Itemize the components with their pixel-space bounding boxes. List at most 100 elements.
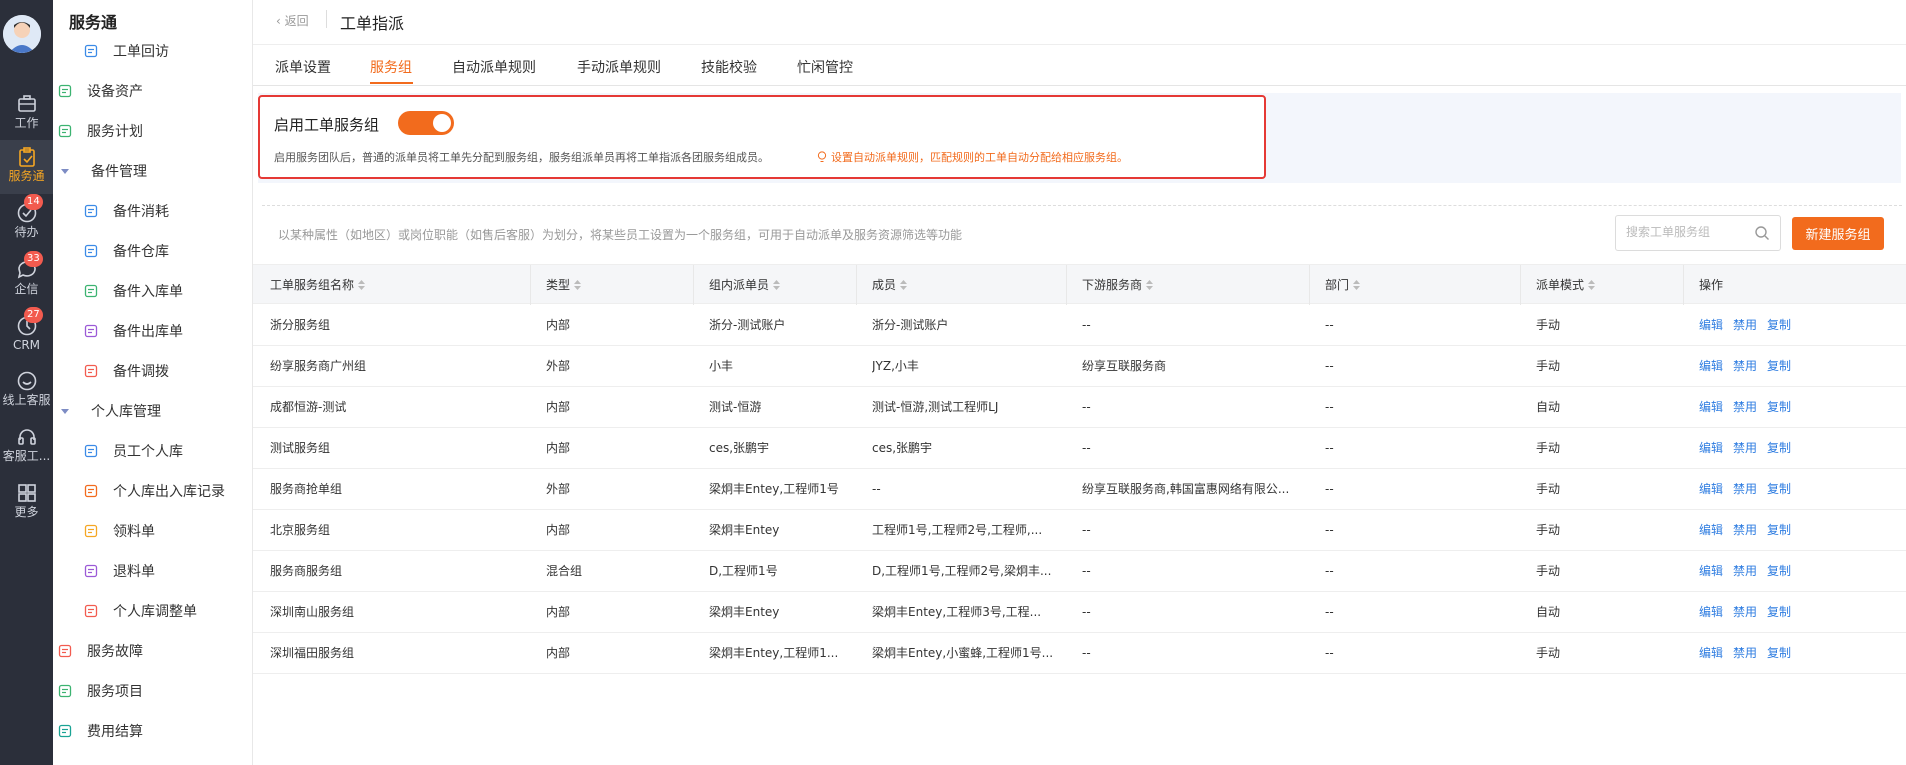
sidebar-item-16[interactable]: 服务项目: [57, 671, 143, 711]
column-divider[interactable]: [1683, 265, 1684, 305]
column-divider[interactable]: [693, 265, 694, 305]
copy-link[interactable]: 复制: [1767, 551, 1791, 592]
column-header-col-department[interactable]: 部门: [1325, 265, 1361, 305]
sidebar-item-14[interactable]: 个人库调整单: [83, 591, 197, 631]
rail-item-2[interactable]: 待办 14: [0, 194, 53, 250]
sidebar-item-17[interactable]: 费用结算: [57, 711, 143, 751]
sort-icon[interactable]: [1353, 280, 1361, 290]
copy-link[interactable]: 复制: [1767, 633, 1791, 674]
rail-item-7[interactable]: 更多: [0, 476, 53, 530]
sort-icon[interactable]: [773, 280, 781, 290]
sidebar-item-10[interactable]: 员工个人库: [83, 431, 183, 471]
copy-link[interactable]: 复制: [1767, 305, 1791, 346]
table-row[interactable]: 浙分服务组 内部 浙分-测试账户 浙分-测试账户 -- -- 手动 编辑 禁用 复制: [253, 305, 1906, 346]
sidebar-item-0[interactable]: 工单回访: [83, 31, 169, 71]
rail-item-5[interactable]: 线上客服: [0, 364, 53, 418]
sort-icon[interactable]: [574, 280, 582, 290]
table-row[interactable]: 成都恒游-测试 内部 测试-恒游 测试-恒游,测试工程师LJ -- -- 自动 编辑 禁用 复制: [253, 387, 1906, 428]
rail-item-1[interactable]: 服务通: [0, 140, 53, 194]
disable-link[interactable]: 禁用: [1733, 510, 1757, 551]
search-input[interactable]: [1626, 225, 1746, 239]
tab-busy-control[interactable]: 忙闲管控: [797, 57, 853, 77]
disable-link[interactable]: 禁用: [1733, 428, 1757, 469]
tab-manual-dispatch-rules[interactable]: 手动派单规则: [577, 57, 661, 77]
column-header-col-dispatcher[interactable]: 组内派单员: [709, 265, 781, 305]
chevron-down-icon[interactable]: [61, 168, 69, 174]
enable-service-group-toggle[interactable]: [398, 111, 454, 135]
column-header-col-type[interactable]: 类型: [546, 265, 582, 305]
avatar[interactable]: [3, 15, 41, 53]
column-divider[interactable]: [1520, 265, 1521, 305]
copy-link[interactable]: 复制: [1767, 428, 1791, 469]
table-row[interactable]: 深圳福田服务组 内部 梁炯丰Entey,工程师1... 梁炯丰Entey,小蜜蜂,工程…: [253, 633, 1906, 674]
new-service-group-button[interactable]: 新建服务组: [1792, 217, 1884, 250]
rail-item-4[interactable]: CRM 27: [0, 307, 53, 363]
table-row[interactable]: 深圳南山服务组 内部 梁炯丰Entey 梁炯丰Entey,工程师3号,工程... -- -…: [253, 592, 1906, 633]
column-divider[interactable]: [530, 265, 531, 305]
copy-link[interactable]: 复制: [1767, 510, 1791, 551]
sort-icon[interactable]: [358, 280, 366, 290]
edit-link[interactable]: 编辑: [1699, 428, 1723, 469]
sidebar-item-8[interactable]: 备件调拨: [83, 351, 169, 391]
edit-link[interactable]: 编辑: [1699, 469, 1723, 510]
rail-item-6[interactable]: 客服工...: [0, 420, 53, 474]
disable-link[interactable]: 禁用: [1733, 469, 1757, 510]
copy-link[interactable]: 复制: [1767, 387, 1791, 428]
sidebar-item-1[interactable]: 设备资产: [57, 71, 143, 111]
column-divider[interactable]: [856, 265, 857, 305]
tab-skill-check[interactable]: 技能校验: [701, 57, 757, 77]
column-header-col-members[interactable]: 成员: [872, 265, 908, 305]
copy-link[interactable]: 复制: [1767, 592, 1791, 633]
column-header-col-dispatch-mode[interactable]: 派单模式: [1536, 265, 1596, 305]
edit-link[interactable]: 编辑: [1699, 510, 1723, 551]
disable-link[interactable]: 禁用: [1733, 305, 1757, 346]
sidebar-item-15[interactable]: 服务故障: [57, 631, 143, 671]
table-row[interactable]: 服务商服务组 混合组 D,工程师1号 D,工程师1号,工程师2号,梁炯丰... -- --…: [253, 551, 1906, 592]
sidebar-item-3[interactable]: 备件管理: [57, 151, 147, 191]
edit-link[interactable]: 编辑: [1699, 551, 1723, 592]
edit-link[interactable]: 编辑: [1699, 346, 1723, 387]
sidebar-item-12[interactable]: 领料单: [83, 511, 155, 551]
rail-item-0[interactable]: 工作: [0, 87, 53, 141]
table-row[interactable]: 北京服务组 内部 梁炯丰Entey 工程师1号,工程师2号,工程师,... -- -- 手动…: [253, 510, 1906, 551]
sort-icon[interactable]: [900, 280, 908, 290]
edit-link[interactable]: 编辑: [1699, 633, 1723, 674]
tab-auto-dispatch-rules[interactable]: 自动派单规则: [452, 57, 536, 77]
auto-dispatch-tip-link[interactable]: 设置自动派单规则，匹配规则的工单自动分配给相应服务组。: [817, 149, 1128, 165]
sidebar-item-13[interactable]: 退料单: [83, 551, 155, 591]
column-header-col-name[interactable]: 工单服务组名称: [270, 265, 366, 305]
rail-item-3[interactable]: 企信 33: [0, 251, 53, 307]
table-row[interactable]: 测试服务组 内部 ces,张鹏宇 ces,张鹏宇 -- -- 手动 编辑 禁用 复制: [253, 428, 1906, 469]
edit-link[interactable]: 编辑: [1699, 387, 1723, 428]
disable-link[interactable]: 禁用: [1733, 346, 1757, 387]
search-icon[interactable]: [1754, 225, 1770, 241]
disable-link[interactable]: 禁用: [1733, 633, 1757, 674]
disable-link[interactable]: 禁用: [1733, 592, 1757, 633]
table-row[interactable]: 服务商抢单组 外部 梁炯丰Entey,工程师1号 -- 纷享互联服务商,韩国富惠网络有限…: [253, 469, 1906, 510]
sort-icon[interactable]: [1588, 280, 1596, 290]
sidebar-item-5[interactable]: 备件仓库: [83, 231, 169, 271]
cell-members: 梁炯丰Entey,小蜜蜂,工程师1号...: [872, 646, 1054, 660]
edit-link[interactable]: 编辑: [1699, 305, 1723, 346]
edit-link[interactable]: 编辑: [1699, 592, 1723, 633]
copy-link[interactable]: 复制: [1767, 346, 1791, 387]
disable-link[interactable]: 禁用: [1733, 551, 1757, 592]
tab-service-group[interactable]: 服务组: [370, 57, 412, 77]
column-divider[interactable]: [1309, 265, 1310, 305]
sort-icon[interactable]: [1146, 280, 1154, 290]
column-header-col-downstream[interactable]: 下游服务商: [1082, 265, 1154, 305]
sidebar-item-11[interactable]: 个人库出入库记录: [83, 471, 225, 511]
column-divider[interactable]: [1066, 265, 1067, 305]
sidebar-item-2[interactable]: 服务计划: [57, 111, 143, 151]
bill-icon: [58, 724, 72, 738]
sidebar-item-6[interactable]: 备件入库单: [83, 271, 183, 311]
chevron-down-icon[interactable]: [61, 408, 69, 414]
sidebar-item-4[interactable]: 备件消耗: [83, 191, 169, 231]
copy-link[interactable]: 复制: [1767, 469, 1791, 510]
table-row[interactable]: 纷享服务商广州组 外部 小丰 JYZ,小丰 纷享互联服务商 -- 手动 编辑 禁用 复制: [253, 346, 1906, 387]
sidebar-item-7[interactable]: 备件出库单: [83, 311, 183, 351]
back-link[interactable]: ‹ 返回: [276, 12, 309, 29]
tab-dispatch-settings[interactable]: 派单设置: [275, 57, 331, 77]
sidebar-item-9[interactable]: 个人库管理: [57, 391, 161, 431]
disable-link[interactable]: 禁用: [1733, 387, 1757, 428]
